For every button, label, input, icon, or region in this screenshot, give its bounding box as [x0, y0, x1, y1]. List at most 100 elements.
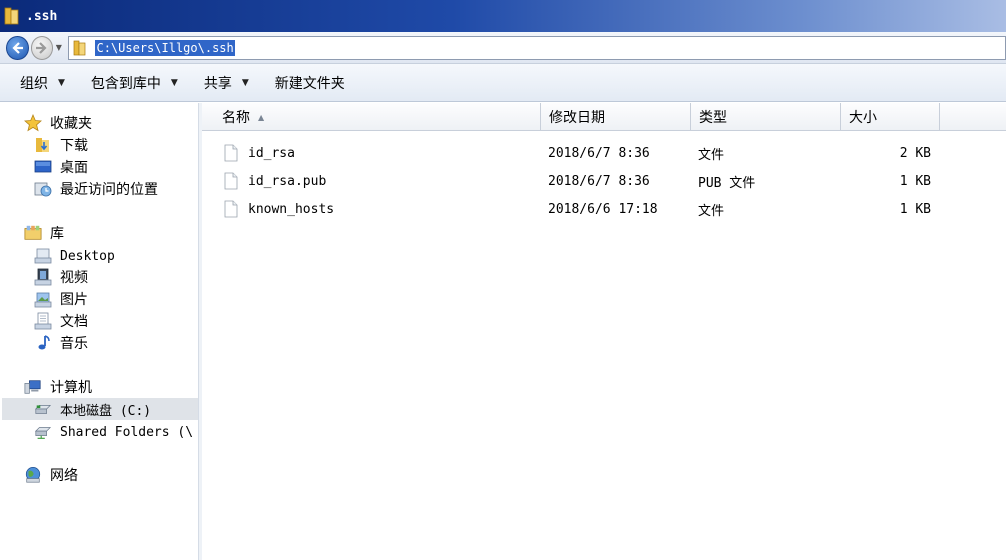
address-path[interactable]: C:\Users\Illgo\.ssh	[95, 39, 235, 56]
nav-item-favorites[interactable]: 收藏夹	[24, 112, 92, 134]
nav-label: 最近访问的位置	[60, 182, 158, 198]
share-menu[interactable]: 共享 ▼	[196, 69, 257, 97]
music-note-icon	[34, 334, 52, 352]
include-in-library-menu[interactable]: 包含到库中 ▼	[83, 69, 186, 97]
column-header-name[interactable]: 名称 ▲	[202, 103, 541, 131]
column-header-row: 名称 ▲ 修改日期 类型 大小	[202, 103, 1006, 131]
column-label: 大小	[849, 110, 877, 126]
nav-label: 桌面	[60, 160, 88, 176]
nav-label: 视频	[60, 270, 88, 286]
libraries-icon	[24, 224, 42, 242]
column-label: 名称	[222, 110, 250, 126]
file-list: 名称 ▲ 修改日期 类型 大小 id_rsa 2018/6/7 8:36 文件 …	[202, 103, 1006, 560]
star-icon	[24, 114, 42, 132]
nav-label: 库	[50, 226, 64, 242]
sort-ascending-icon: ▲	[258, 112, 265, 122]
nav-label: 网络	[50, 468, 78, 484]
file-name: known_hosts	[248, 201, 335, 217]
nav-item-recent-places[interactable]: 最近访问的位置	[34, 178, 158, 200]
file-size: 2 KB	[899, 145, 931, 161]
file-modified: 2018/6/6 17:18	[548, 201, 658, 217]
chevron-down-icon: ▼	[170, 77, 178, 88]
file-modified: 2018/6/7 8:36	[548, 145, 650, 161]
nav-label: 收藏夹	[50, 116, 92, 132]
file-row[interactable]: known_hosts 2018/6/6 17:18 文件 1 KB	[202, 196, 1006, 222]
column-header-size[interactable]: 大小	[841, 103, 940, 131]
file-icon	[224, 172, 238, 190]
folder-icon	[74, 40, 86, 55]
nav-label: Desktop	[60, 248, 115, 264]
file-row[interactable]: id_rsa.pub 2018/6/7 8:36 PUB 文件 1 KB	[202, 168, 1006, 194]
column-label: 修改日期	[549, 110, 605, 126]
window-title: .ssh	[26, 8, 58, 24]
address-field[interactable]: C:\Users\Illgo\.ssh	[68, 35, 1006, 60]
organize-menu[interactable]: 组织 ▼	[12, 69, 73, 97]
address-bar: ▼ C:\Users\Illgo\.ssh	[0, 32, 1006, 64]
file-name-cell[interactable]: id_rsa	[224, 140, 295, 166]
nav-item-music[interactable]: 音乐	[34, 332, 88, 354]
file-type: 文件	[698, 147, 725, 163]
nav-label: 本地磁盘 (C:)	[60, 403, 152, 419]
nav-item-pictures[interactable]: 图片	[34, 288, 88, 310]
downloads-folder-icon	[34, 136, 52, 154]
include-in-library-label: 包含到库中	[90, 75, 161, 92]
arrow-left-icon	[12, 41, 24, 54]
recent-pages-dropdown[interactable]: ▼	[53, 36, 64, 60]
nav-item-desktop[interactable]: 桌面	[34, 156, 88, 178]
file-name-cell[interactable]: id_rsa.pub	[224, 168, 326, 194]
file-name: id_rsa	[248, 145, 295, 161]
share-label: 共享	[203, 75, 232, 92]
video-library-icon	[34, 268, 52, 286]
nav-label: Shared Folders (\	[60, 424, 194, 440]
new-folder-button[interactable]: 新建文件夹	[267, 69, 353, 97]
chevron-down-icon: ▼	[58, 77, 65, 88]
column-label: 类型	[699, 110, 727, 126]
file-icon	[224, 200, 238, 218]
nav-label: 下载	[60, 138, 88, 154]
nav-item-network[interactable]: 网络	[24, 464, 78, 486]
forward-button[interactable]	[30, 35, 54, 60]
picture-library-icon	[34, 290, 52, 308]
file-type: PUB 文件	[698, 175, 756, 191]
file-name-cell[interactable]: known_hosts	[224, 196, 334, 222]
documents-library-icon	[34, 312, 52, 330]
file-size: 1 KB	[899, 201, 931, 217]
column-header-modified[interactable]: 修改日期	[541, 103, 691, 131]
column-header-type[interactable]: 类型	[691, 103, 841, 131]
title-bar: .ssh	[0, 0, 1006, 32]
file-icon	[224, 144, 238, 162]
nav-item-downloads[interactable]: 下载	[34, 134, 88, 156]
network-globe-icon	[24, 466, 42, 484]
hard-drive-icon	[34, 400, 52, 418]
nav-item-videos[interactable]: 视频	[34, 266, 88, 288]
organize-label: 组织	[20, 75, 48, 92]
desktop-icon	[34, 158, 52, 176]
nav-item-documents[interactable]: 文档	[34, 310, 88, 332]
arrow-right-icon	[35, 41, 47, 54]
network-drive-icon	[34, 423, 52, 441]
file-modified: 2018/6/7 8:36	[548, 173, 650, 189]
back-button[interactable]	[6, 35, 29, 60]
nav-label: 文档	[60, 314, 88, 330]
nav-item-local-disk[interactable]: 本地磁盘 (C:)	[2, 398, 198, 420]
nav-label: 音乐	[60, 336, 88, 352]
recent-places-icon	[34, 180, 52, 198]
nav-label: 图片	[60, 292, 88, 308]
chevron-down-icon: ▼	[241, 77, 249, 88]
navigation-pane: 收藏夹 下载 桌面 最近访问的位置 库 Desktop 视频 图片 文档 音乐 …	[0, 103, 199, 560]
nav-label: 计算机	[50, 380, 92, 396]
file-size: 1 KB	[899, 173, 931, 189]
document-library-icon	[34, 247, 52, 265]
nav-item-lib-desktop[interactable]: Desktop	[34, 245, 115, 267]
file-row[interactable]: id_rsa 2018/6/7 8:36 文件 2 KB	[202, 140, 1006, 166]
computer-icon	[24, 378, 42, 396]
command-bar: 组织 ▼ 包含到库中 ▼ 共享 ▼ 新建文件夹	[0, 64, 1006, 102]
nav-item-shared-folders[interactable]: Shared Folders (\	[34, 421, 193, 443]
new-folder-label: 新建文件夹	[274, 75, 345, 92]
file-type: 文件	[698, 203, 725, 219]
chevron-down-icon: ▼	[55, 43, 62, 52]
nav-item-libraries[interactable]: 库	[24, 222, 64, 244]
folder-icon	[4, 7, 19, 25]
nav-item-computer[interactable]: 计算机	[24, 376, 92, 398]
file-name: id_rsa.pub	[248, 173, 327, 189]
